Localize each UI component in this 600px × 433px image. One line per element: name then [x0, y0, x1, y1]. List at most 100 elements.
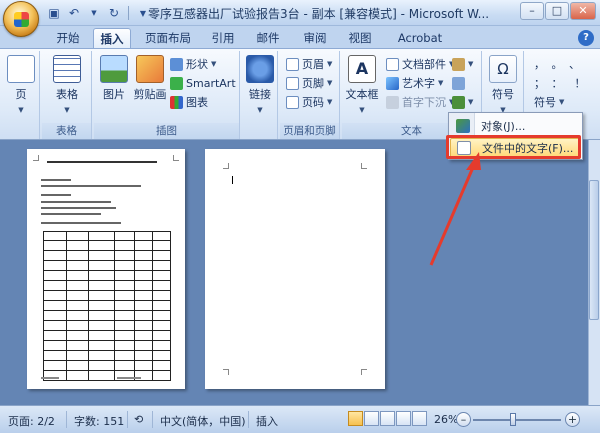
- scrollbar-thumb[interactable]: [589, 180, 599, 320]
- wordart-label: 艺术字: [402, 77, 435, 90]
- links-button[interactable]: 链接 ▼: [242, 55, 278, 115]
- outline-view-button[interactable]: [396, 411, 411, 426]
- datetime-button[interactable]: [452, 74, 465, 92]
- special-symbols-row1[interactable]: ，。、: [534, 55, 592, 73]
- page-button[interactable]: 页 ▼: [3, 55, 39, 115]
- quickparts-button[interactable]: 文档部件▼: [386, 55, 454, 73]
- insert-mode[interactable]: 插入: [256, 413, 278, 429]
- smartart-icon: [170, 76, 183, 90]
- page-corner-mark: [173, 155, 179, 161]
- table-column-line: [134, 232, 135, 380]
- group-pages: 页 ▼: [2, 51, 40, 139]
- textbox-icon: A: [348, 55, 376, 83]
- table-column-line: [114, 232, 115, 380]
- special-symbols-row2[interactable]: ；：！: [534, 74, 598, 92]
- doc-title-line: [47, 161, 157, 163]
- symbol-button[interactable]: Ω 符号 ▼: [485, 55, 521, 115]
- zoom-in-button[interactable]: +: [565, 412, 580, 427]
- redo-icon[interactable]: ↻: [105, 4, 123, 22]
- chart-label: 图表: [186, 96, 208, 109]
- close-button[interactable]: ✕: [570, 2, 596, 20]
- shapes-label: 形状: [186, 58, 208, 71]
- smartart-button[interactable]: SmartArt: [170, 74, 236, 92]
- tab-home[interactable]: 开始: [50, 28, 86, 48]
- full-screen-reading-button[interactable]: [364, 411, 379, 426]
- doc-text-line: [117, 377, 141, 379]
- web-layout-button[interactable]: [380, 411, 395, 426]
- group-tables: 表格 ▼ 表格: [42, 51, 92, 139]
- window-controls: – □ ✕: [520, 2, 596, 20]
- shapes-button[interactable]: 形状 ▼: [170, 55, 216, 73]
- group-illustrations: 图片 剪贴画 形状 ▼ SmartArt 图表 插图: [94, 51, 240, 139]
- office-button[interactable]: [3, 1, 39, 37]
- clipart-button[interactable]: 剪贴画: [132, 55, 168, 102]
- minimize-button[interactable]: –: [520, 2, 544, 20]
- status-separator: [248, 411, 249, 428]
- omega-icon: Ω: [489, 55, 517, 83]
- language-indicator[interactable]: 中文(简体，中国): [160, 413, 246, 429]
- picture-label: 图片: [103, 88, 125, 101]
- tab-references[interactable]: 引用: [207, 28, 239, 48]
- undo-dropdown-icon[interactable]: ▼: [85, 4, 103, 22]
- document-page-2[interactable]: [205, 149, 385, 389]
- footer-label: 页脚: [302, 77, 324, 90]
- textbox-button[interactable]: A 文本框 ▼: [344, 55, 380, 115]
- tab-page-layout[interactable]: 页面布局: [140, 28, 196, 48]
- tab-review[interactable]: 审阅: [299, 28, 331, 48]
- picture-icon: [100, 55, 128, 83]
- chart-button[interactable]: 图表: [170, 93, 208, 111]
- zoom-slider-thumb[interactable]: [510, 413, 516, 426]
- undo-icon[interactable]: ↶: [65, 4, 83, 22]
- object-icon: [456, 119, 470, 133]
- dropcap-button[interactable]: 首字下沉▼: [386, 93, 454, 111]
- globe-icon: [246, 55, 274, 83]
- clipart-icon: [136, 55, 164, 83]
- menu-item-object[interactable]: 对象(J)...: [450, 116, 581, 136]
- table-column-line: [66, 232, 67, 380]
- doc-text-line: [41, 194, 71, 196]
- group-label-header-footer: 页眉和页脚: [280, 123, 339, 139]
- table-button[interactable]: 表格 ▼: [49, 55, 85, 115]
- title-bar: ▣ ↶ ▼ ↻ ▼ 零序互感器出厂试验报告3台 - 副本 [兼容模式] - Mi…: [0, 0, 600, 26]
- help-icon[interactable]: ?: [578, 30, 594, 46]
- document-page-1[interactable]: [27, 149, 185, 389]
- footer-button[interactable]: 页脚 ▼: [286, 74, 332, 92]
- group-label-tables: 表格: [42, 123, 91, 139]
- quick-access-toolbar: ▣ ↶ ▼ ↻ ▼: [45, 4, 152, 22]
- maximize-button[interactable]: □: [545, 2, 569, 20]
- tab-mailings[interactable]: 邮件: [252, 28, 284, 48]
- wordart-button[interactable]: 艺术字 ▼: [386, 74, 443, 92]
- page-corner-mark: [223, 369, 229, 375]
- tab-insert[interactable]: 插入: [93, 28, 131, 48]
- tab-view[interactable]: 视图: [344, 28, 376, 48]
- qat-separator: [128, 6, 129, 20]
- zoom-slider-track[interactable]: [473, 419, 561, 421]
- smartart-label: SmartArt: [186, 76, 236, 90]
- page-number-button[interactable]: 页码 ▼: [286, 93, 332, 111]
- draft-view-button[interactable]: [412, 411, 427, 426]
- header-button[interactable]: 页眉 ▼: [286, 55, 332, 73]
- print-layout-view-button[interactable]: [348, 411, 363, 426]
- object-button[interactable]: ▼: [452, 93, 473, 111]
- proofing-icon[interactable]: ⟲: [134, 413, 143, 426]
- page-count[interactable]: 页面: 2/2: [8, 413, 55, 429]
- more-symbols-button[interactable]: 符号 ▼: [534, 93, 564, 111]
- object-icon: [452, 95, 465, 109]
- header-label: 页眉: [302, 58, 324, 71]
- doc-table[interactable]: [43, 231, 171, 381]
- picture-button[interactable]: 图片: [96, 55, 132, 102]
- wordart-icon: [386, 76, 399, 90]
- save-icon[interactable]: ▣: [45, 4, 63, 22]
- quickparts-label: 文档部件: [402, 58, 446, 71]
- signature-line-button[interactable]: ▼: [452, 55, 473, 73]
- doc-text-line: [41, 201, 111, 203]
- table-icon: [53, 55, 81, 83]
- word-count[interactable]: 字数: 151: [74, 413, 124, 429]
- dropcap-label: 首字下沉: [402, 96, 446, 109]
- zoom-out-button[interactable]: –: [456, 412, 471, 427]
- table-label: 表格: [56, 88, 78, 101]
- highlight-annotation-box: [446, 135, 581, 159]
- page-corner-mark: [361, 369, 367, 375]
- tab-acrobat[interactable]: Acrobat: [392, 28, 448, 48]
- zoom-level[interactable]: 26%: [434, 413, 458, 426]
